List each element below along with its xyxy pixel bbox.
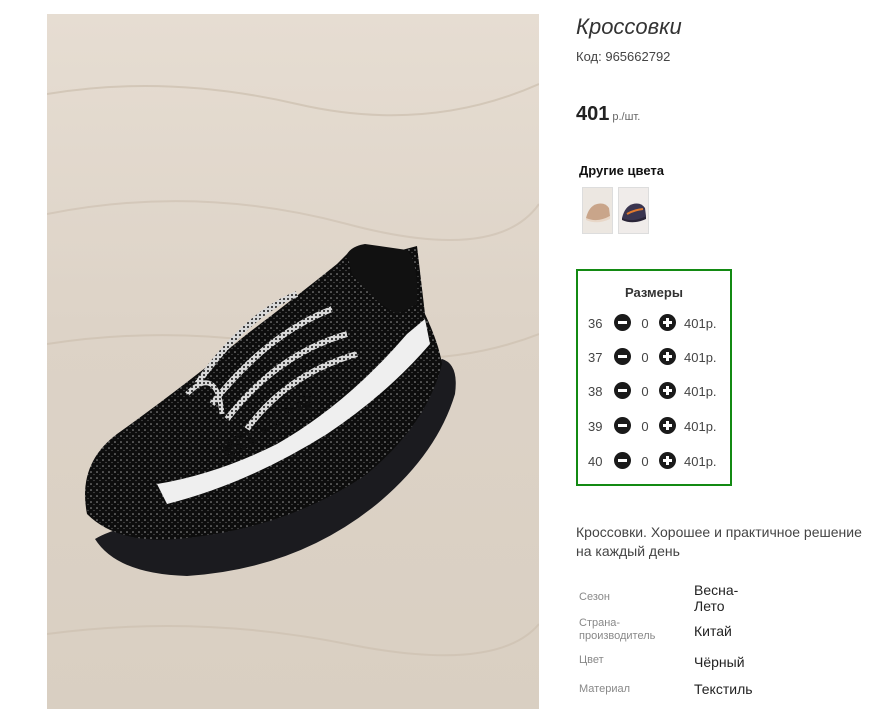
quantity-value: 0 [641,384,649,399]
product-photo[interactable]: SPLY-350 [47,14,539,709]
quantity-value: 0 [641,454,649,469]
size-price: 401р. [684,350,717,365]
quantity-value: 0 [641,419,649,434]
plus-button[interactable] [659,314,676,331]
product-code: Код: 965662792 [576,49,670,64]
size-label: 40 [588,454,603,469]
minus-button[interactable] [614,417,631,434]
sizes-box: Размеры 36 0 401р. 37 0 401р. 38 0 401р.… [576,269,732,486]
product-description: Кроссовки. Хорошее и практичное решение … [576,524,862,559]
size-row: 38 0 401р. [578,381,730,401]
product-title: Кроссовки [576,14,682,39]
minus-button[interactable] [614,452,631,469]
spec-value: Чёрный [694,654,745,670]
spec-value: Весна-Лето [694,582,739,614]
product-code-value: 965662792 [605,49,671,64]
size-row: 39 0 401р. [578,416,730,436]
plus-button[interactable] [659,417,676,434]
minus-button[interactable] [614,314,631,331]
size-label: 38 [588,384,603,399]
product-code-label: Код: [576,49,602,64]
size-price: 401р. [684,454,717,469]
plus-button[interactable] [659,382,676,399]
size-price: 401р. [684,419,717,434]
dark-sneaker-swatch[interactable] [618,187,649,234]
size-row: 40 0 401р. [578,451,730,471]
spec-label: Материал [579,683,630,695]
beige-sneaker-swatch[interactable] [582,187,613,234]
quantity-value: 0 [641,316,649,331]
minus-button[interactable] [614,348,631,365]
size-price: 401р. [684,316,717,331]
other-colors-title: Другие цвета [579,163,664,178]
spec-label: Сезон [579,591,610,603]
spec-value: Китай [694,623,732,639]
product-page: SPLY-350 Кроссовки Код: 965662792 401 р./… [0,0,893,709]
spec-value: Текстиль [694,681,753,697]
quantity-value: 0 [641,350,649,365]
plus-button[interactable] [659,348,676,365]
spec-label: Цвет [579,654,604,666]
size-price: 401р. [684,384,717,399]
plus-button[interactable] [659,452,676,469]
spec-label: Страна-производитель [579,617,656,642]
minus-button[interactable] [614,382,631,399]
size-label: 39 [588,419,603,434]
sizes-title: Размеры [625,285,683,300]
price-unit: р./шт. [612,111,641,123]
size-row: 37 0 401р. [578,347,730,367]
price-value: 401 [576,103,610,125]
size-label: 36 [588,316,603,331]
size-label: 37 [588,350,603,365]
size-row: 36 0 401р. [578,313,730,333]
product-price: 401 р./шт. [576,103,640,126]
